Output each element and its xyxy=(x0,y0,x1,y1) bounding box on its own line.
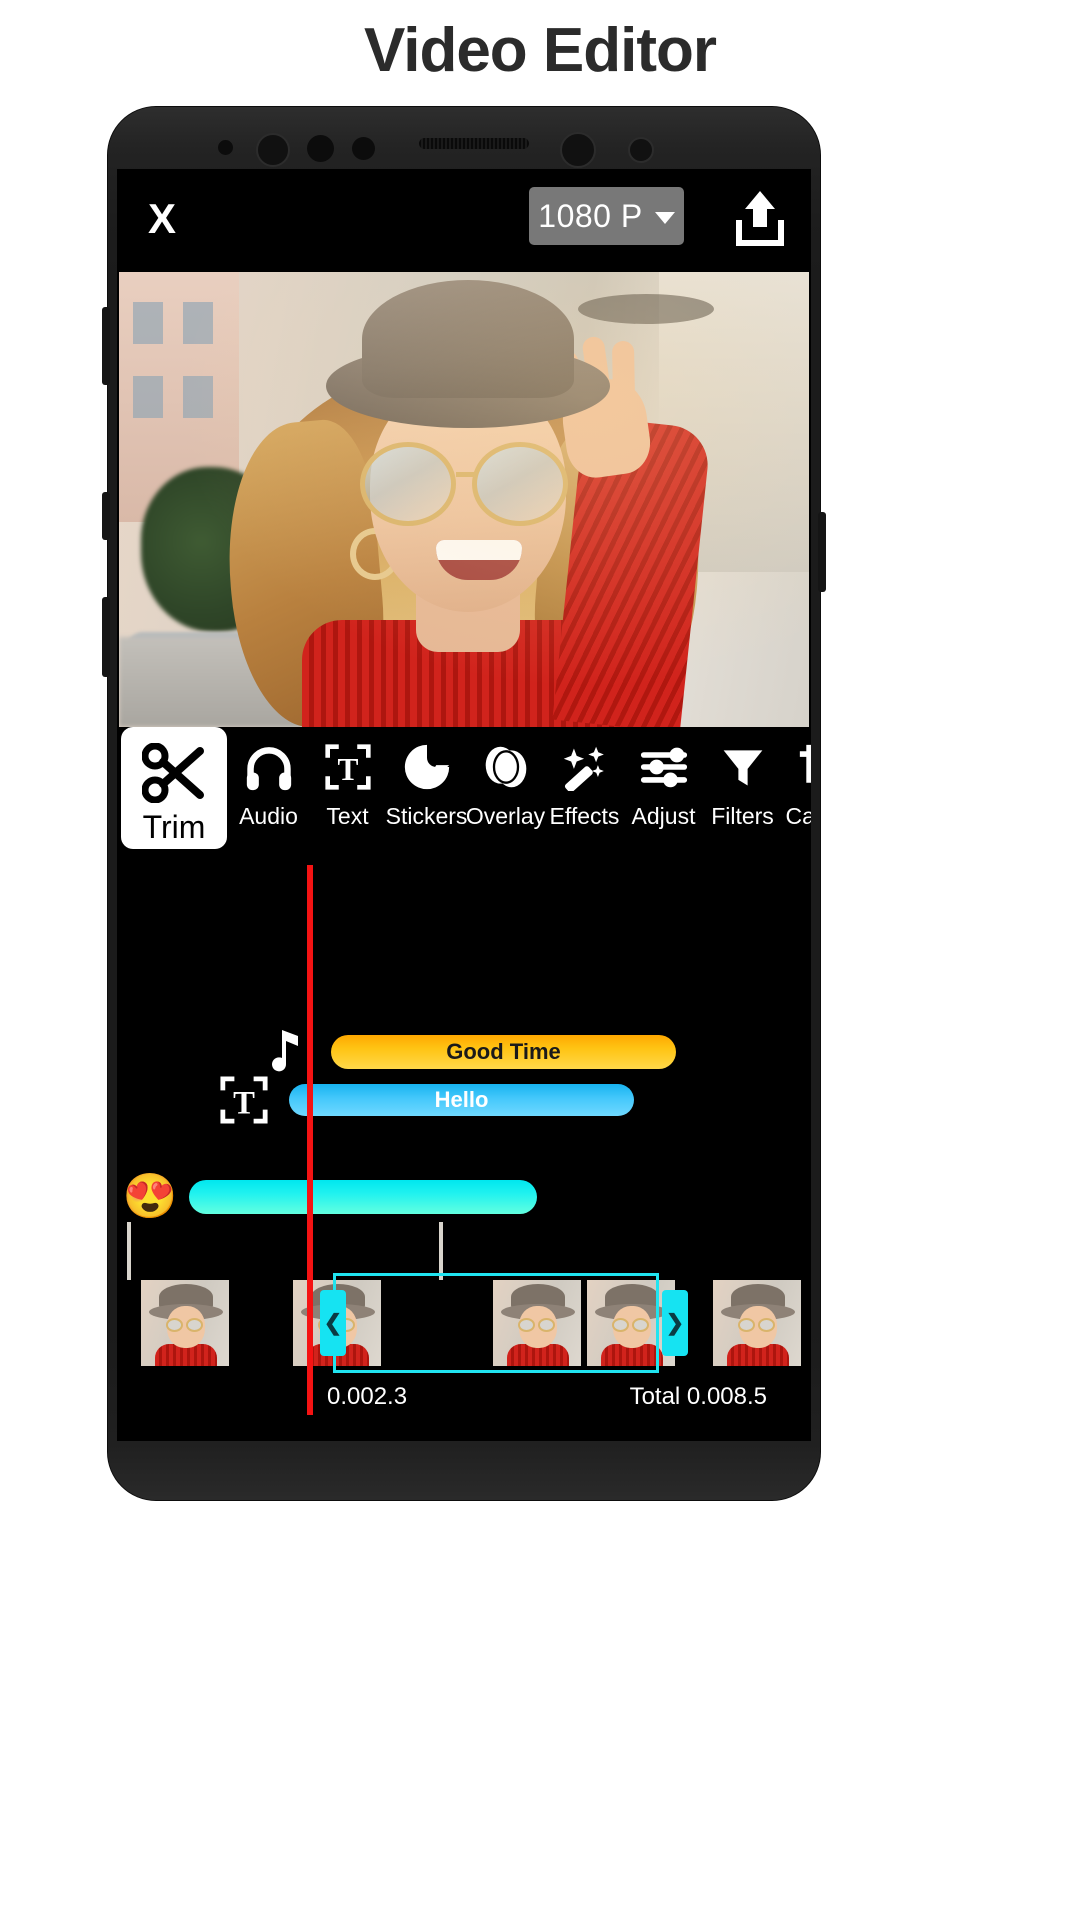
headphones-icon xyxy=(243,739,295,795)
volume-up-button[interactable] xyxy=(102,307,110,385)
share-export-icon xyxy=(736,191,784,246)
secondary-camera-icon xyxy=(560,132,596,168)
page-title: Video Editor xyxy=(363,16,717,85)
text-box-icon: T xyxy=(217,1073,271,1127)
tool-text[interactable]: T Text xyxy=(308,727,387,849)
music-note-icon xyxy=(257,1025,311,1079)
tool-audio-label: Audio xyxy=(239,803,298,829)
smiley-heart-eyes-icon: 😍 xyxy=(122,1172,178,1221)
timeline-panel[interactable]: Good Time T Hello 😍 ❮ ❯ 0.002.3 Total 0.… xyxy=(117,855,811,1441)
light-sensor-icon xyxy=(352,137,375,160)
phone-bottom-bezel xyxy=(108,1441,820,1500)
overlay-icon xyxy=(480,739,532,795)
current-time-label: 0.002.3 xyxy=(327,1383,408,1410)
video-preview[interactable] xyxy=(119,272,809,727)
timeline-track-sticker[interactable]: 😍 xyxy=(123,1170,537,1224)
frame-thumbnail xyxy=(713,1280,801,1366)
filmstrip-frame[interactable] xyxy=(493,1280,581,1366)
svg-text:T: T xyxy=(337,752,358,787)
tool-audio[interactable]: Audio xyxy=(229,727,308,849)
sliders-icon xyxy=(638,739,690,795)
total-time-label: Total 0.008.5 xyxy=(629,1383,767,1410)
filmstrip-tick xyxy=(439,1222,443,1280)
tool-trim-label: Trim xyxy=(142,809,206,845)
chevron-left-icon: ❮ xyxy=(323,1310,343,1335)
timeline-clip-music[interactable]: Good Time xyxy=(331,1035,676,1069)
phone-mockup: X 1080 P Trim Audio T Text Stickers Over… xyxy=(102,107,826,1500)
sticker-icon xyxy=(401,739,453,795)
resolution-value: 1080 P xyxy=(538,197,643,234)
timeline-clip-sticker[interactable] xyxy=(189,1180,537,1214)
timeline-time-row: 0.002.3 Total 0.008.5 xyxy=(117,1383,811,1423)
earpiece-speaker xyxy=(419,138,529,149)
frame-thumbnail xyxy=(493,1280,581,1366)
share-export-button[interactable] xyxy=(731,187,789,249)
preview-light-overlay xyxy=(119,272,809,727)
tool-overlay[interactable]: Overlay xyxy=(466,727,545,849)
sensor-dot-icon xyxy=(628,137,654,163)
chevron-down-icon xyxy=(654,211,675,224)
funnel-icon xyxy=(717,739,769,795)
tool-text-label: Text xyxy=(326,803,369,829)
tool-stickers[interactable]: Stickers xyxy=(385,727,468,849)
timeline-filmstrip[interactable] xyxy=(117,1222,811,1369)
tool-canvas[interactable]: Canv xyxy=(782,727,811,849)
timeline-track-music[interactable]: Good Time xyxy=(257,1025,676,1079)
tool-effects-label: Effects xyxy=(549,803,620,829)
timeline-clip-text[interactable]: Hello xyxy=(289,1084,634,1116)
front-camera-icon xyxy=(256,133,290,167)
tool-trim[interactable]: Trim xyxy=(121,727,227,849)
chevron-right-icon: ❯ xyxy=(665,1310,685,1335)
filmstrip-frame-empty[interactable] xyxy=(387,1280,475,1366)
tool-filters[interactable]: Filters xyxy=(703,727,782,849)
phone-top-bezel xyxy=(108,107,820,169)
text-box-icon: T xyxy=(322,739,374,795)
tool-effects[interactable]: Effects xyxy=(545,727,624,849)
close-button[interactable]: X xyxy=(139,193,185,245)
timeline-track-text[interactable]: T Hello xyxy=(217,1073,634,1127)
proximity-sensor-icon xyxy=(218,140,233,155)
tool-overlay-label: Overlay xyxy=(465,803,546,829)
phone-screen: X 1080 P Trim Audio T Text Stickers Over… xyxy=(117,169,811,1441)
canvas-crop-icon xyxy=(796,739,811,795)
scissors-icon xyxy=(142,743,206,803)
tool-adjust-label: Adjust xyxy=(631,803,696,829)
trim-handle-right[interactable]: ❯ xyxy=(662,1290,688,1356)
frame-thumbnail xyxy=(141,1280,229,1366)
filmstrip-tick xyxy=(127,1222,131,1280)
tool-canvas-label: Canv xyxy=(785,803,812,829)
volume-down-button[interactable] xyxy=(102,492,110,540)
ir-sensor-icon xyxy=(307,135,334,162)
tool-adjust[interactable]: Adjust xyxy=(624,727,703,849)
editor-toolbar[interactable]: Trim Audio T Text Stickers Overlay Effec… xyxy=(117,727,811,855)
side-button-right[interactable] xyxy=(818,512,826,592)
app-top-bar: X 1080 P xyxy=(117,169,811,272)
tool-filters-label: Filters xyxy=(711,803,774,829)
power-button[interactable] xyxy=(102,597,110,677)
magic-wand-icon xyxy=(559,739,611,795)
filmstrip-frame[interactable] xyxy=(713,1280,801,1366)
trim-handle-left[interactable]: ❮ xyxy=(320,1290,346,1356)
tool-stickers-label: Stickers xyxy=(385,803,468,829)
resolution-dropdown[interactable]: 1080 P xyxy=(529,187,684,245)
filmstrip-frame[interactable] xyxy=(141,1280,229,1366)
timeline-playhead[interactable] xyxy=(307,865,313,1415)
svg-text:T: T xyxy=(233,1085,255,1121)
